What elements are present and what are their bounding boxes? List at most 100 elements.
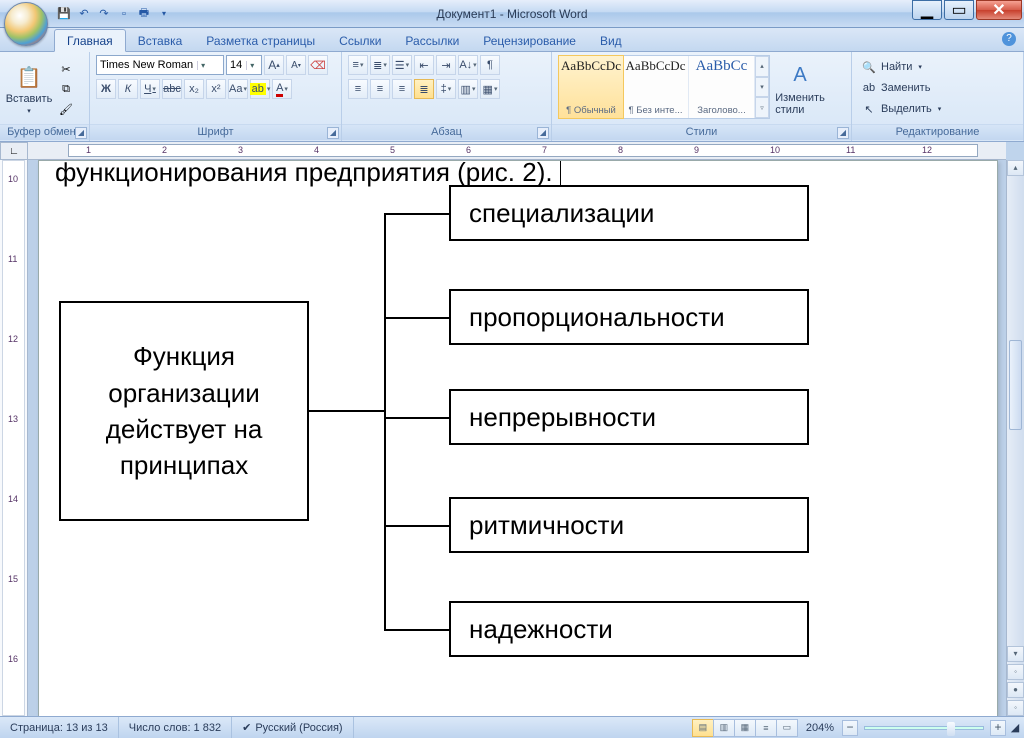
tab-home[interactable]: Главная (54, 29, 126, 52)
redo-icon[interactable]: ↷ (96, 6, 112, 22)
style-heading1[interactable]: AaBbCcЗаголово... (689, 56, 755, 118)
change-styles-button[interactable]: A Изменить стили (770, 55, 830, 123)
status-page[interactable]: Страница: 13 из 13 (0, 717, 119, 738)
zoom-out-button[interactable]: − (842, 720, 858, 736)
vertical-scrollbar[interactable]: ▴ ▾ ◦ ● ◦ (1006, 160, 1024, 716)
show-marks-button[interactable]: ¶ (480, 55, 500, 75)
select-button[interactable]: ↖Выделить▾ (858, 99, 1017, 119)
style-nospacing[interactable]: AaBbCcDc¶ Без инте... (623, 56, 689, 118)
align-left-button[interactable]: ≡ (348, 79, 368, 99)
scroll-up-icon[interactable]: ▴ (1007, 160, 1024, 176)
tab-layout[interactable]: Разметка страницы (194, 30, 327, 51)
new-icon[interactable]: ▫ (116, 6, 132, 22)
browse-object-icon[interactable]: ● (1007, 682, 1024, 698)
diagram-connector (384, 317, 449, 319)
view-web-button[interactable]: ▦ (734, 719, 756, 737)
sort-button[interactable]: A↓ (458, 55, 478, 75)
tab-mailings[interactable]: Рассылки (393, 30, 471, 51)
para-launcher[interactable]: ◢ (537, 127, 549, 139)
align-right-button[interactable]: ≡ (392, 79, 412, 99)
shading-button[interactable]: ▥ (458, 79, 478, 99)
tab-review[interactable]: Рецензирование (471, 30, 588, 51)
replace-button[interactable]: abЗаменить (858, 78, 1017, 98)
justify-button[interactable]: ≣ (414, 79, 434, 99)
style-normal[interactable]: AaBbCcDc¶ Обычный (558, 55, 624, 119)
bold-button[interactable]: Ж (96, 79, 116, 99)
resize-grip-icon[interactable]: ◢ (1006, 721, 1024, 734)
group-paragraph: ≡ ≣ ☰ ⇤ ⇥ A↓ ¶ ≡ ≡ ≡ ≣ ‡ ▥ ▦ Абзац◢ (342, 52, 552, 141)
diagram-main-box[interactable]: Функция организации действует на принцип… (59, 301, 309, 521)
close-button[interactable]: ✕ (976, 0, 1022, 20)
zoom-slider[interactable] (864, 726, 984, 730)
font-name-combo[interactable]: Times New Roman▾ (96, 55, 224, 75)
scroll-thumb[interactable] (1009, 340, 1022, 430)
format-painter-icon[interactable]: 🖌 (56, 100, 76, 118)
find-button[interactable]: 🔍Найти▾ (858, 57, 1017, 77)
undo-icon[interactable]: ↶ (76, 6, 92, 22)
zoom-level[interactable]: 204% (798, 722, 842, 734)
tab-view[interactable]: Вид (588, 30, 634, 51)
align-center-button[interactable]: ≡ (370, 79, 390, 99)
tab-references[interactable]: Ссылки (327, 30, 393, 51)
group-paragraph-label: Абзац◢ (342, 124, 551, 140)
quickprint-icon[interactable]: 🖶 (136, 6, 152, 22)
cut-icon[interactable]: ✂ (56, 60, 76, 78)
view-fullscreen-button[interactable]: ▥ (713, 719, 735, 737)
styles-gallery[interactable]: AaBbCcDc¶ Обычный AaBbCcDc¶ Без инте... … (558, 55, 770, 119)
ribbon: 📋 Вставить ▾ ✂ ⧉ 🖌 Буфер обмена◢ Times N… (0, 52, 1024, 142)
line-spacing-button[interactable]: ‡ (436, 79, 456, 99)
group-font: Times New Roman▾ 14▾ A▴ A▾ ⌫ Ж К Ч abc x… (90, 52, 342, 141)
office-button[interactable] (4, 2, 48, 46)
bullets-button[interactable]: ≡ (348, 55, 368, 75)
document-page[interactable]: функционирования предприятия (рис. 2). Ф… (38, 160, 998, 720)
subscript-button[interactable]: x₂ (184, 79, 204, 99)
prev-page-icon[interactable]: ◦ (1007, 664, 1024, 680)
borders-button[interactable]: ▦ (480, 79, 500, 99)
italic-button[interactable]: К (118, 79, 138, 99)
vertical-ruler[interactable]: 10111213141516 (0, 160, 28, 716)
superscript-button[interactable]: x² (206, 79, 226, 99)
tab-insert[interactable]: Вставка (126, 30, 195, 51)
zoom-in-button[interactable]: + (990, 720, 1006, 736)
underline-button[interactable]: Ч (140, 79, 160, 99)
status-lang[interactable]: ✔Русский (Россия) (232, 717, 354, 738)
qat-dropdown-icon[interactable]: ▾ (156, 6, 172, 22)
highlight-button[interactable]: ab (250, 79, 270, 99)
strike-button[interactable]: abc (162, 79, 182, 99)
diagram-box-2[interactable]: пропорциональности (449, 289, 809, 345)
inc-indent-button[interactable]: ⇥ (436, 55, 456, 75)
clipboard-launcher[interactable]: ◢ (75, 127, 87, 139)
gallery-scroll[interactable]: ▴▾▿ (755, 56, 769, 118)
help-icon[interactable]: ? (1002, 32, 1016, 46)
tab-selector[interactable]: ∟ (0, 142, 28, 160)
status-words[interactable]: Число слов: 1 832 (119, 717, 232, 738)
diagram-box-5[interactable]: надежности (449, 601, 809, 657)
scroll-down-icon[interactable]: ▾ (1007, 646, 1024, 662)
view-printlayout-button[interactable]: ▤ (692, 719, 714, 737)
dec-indent-button[interactable]: ⇤ (414, 55, 434, 75)
diagram-box-3[interactable]: непрерывности (449, 389, 809, 445)
font-size-combo[interactable]: 14▾ (226, 55, 262, 75)
copy-icon[interactable]: ⧉ (56, 80, 76, 98)
save-icon[interactable]: 💾 (56, 6, 72, 22)
multilevel-button[interactable]: ☰ (392, 55, 412, 75)
font-launcher[interactable]: ◢ (327, 127, 339, 139)
clear-format-button[interactable]: ⌫ (308, 55, 328, 75)
font-color-button[interactable]: A (272, 79, 292, 99)
minimize-button[interactable]: ▁ (912, 0, 942, 20)
shrink-font-button[interactable]: A▾ (286, 55, 306, 75)
next-page-icon[interactable]: ◦ (1007, 700, 1024, 716)
diagram-box-4[interactable]: ритмичности (449, 497, 809, 553)
zoom-slider-knob[interactable] (947, 722, 955, 736)
numbering-button[interactable]: ≣ (370, 55, 390, 75)
styles-launcher[interactable]: ◢ (837, 127, 849, 139)
grow-font-button[interactable]: A▴ (264, 55, 284, 75)
select-icon: ↖ (861, 103, 877, 116)
view-outline-button[interactable]: ≡ (755, 719, 777, 737)
paste-button[interactable]: 📋 Вставить ▾ (6, 55, 52, 123)
change-case-button[interactable]: Aa (228, 79, 248, 99)
horizontal-ruler[interactable]: 123456789101112 (28, 142, 1006, 160)
diagram-box-1[interactable]: специализации (449, 185, 809, 241)
view-draft-button[interactable]: ▭ (776, 719, 798, 737)
maximize-button[interactable]: ▭ (944, 0, 974, 20)
